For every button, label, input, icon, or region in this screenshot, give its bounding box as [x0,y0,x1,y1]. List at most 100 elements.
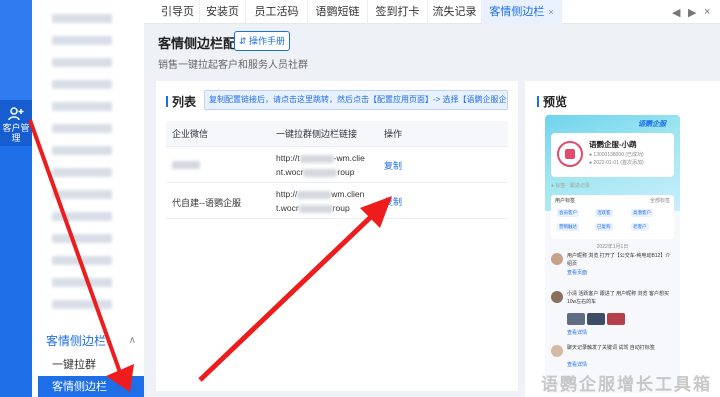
event-link: 查看详情 [567,362,588,368]
copy-link-button[interactable]: 复制 [384,195,402,208]
tab-churn-records[interactable]: 流失记录 [428,0,482,24]
page-subtitle: 销售一键拉起客户和服务人员社群 [158,60,308,71]
tag-title: 用户标签 [555,198,576,204]
profile-card: 语鹦企服-小鹉 ● 13000138000 (已成功) ● 2022-01-01… [551,133,674,177]
tab-label: 引导页 [161,6,194,18]
next-tab-icon[interactable]: ▶ [688,6,696,19]
brand-logo: 语鹦企服 [638,121,666,128]
sidebar-link: http:// wm.clien t.wocr roup [276,187,376,215]
tab-label: 安装页 [206,6,239,18]
tab-staff-qrcode[interactable]: 员工活码 [246,0,308,24]
sidebar-group-label: 客情侧边栏 [46,334,107,348]
add-user-icon [8,107,24,121]
corp-name: 代自建--语鹦企服 [172,198,241,208]
list-title: 列表 [166,93,196,110]
profile-line: ● 13000138000 (已成功) [589,152,644,158]
sidebar-group-sidebar[interactable]: 客情侧边栏 ∧ [46,330,142,352]
tab-label: 员工活码 [254,6,299,18]
tab-short-link[interactable]: 语鹦短链 [308,0,368,24]
link-part: roup [337,167,355,177]
sidebar-item-hidden[interactable] [52,256,112,265]
link-part: http://t [276,153,300,163]
timeline-date: 2022年1月1日 [596,244,629,250]
tab-checkin[interactable]: 签到打卡 [368,0,428,24]
tag-chip: 高潜客户 [631,209,653,217]
link-part: wm.clien [331,189,365,199]
rail-item-label: 客户管理 [2,123,30,143]
sidebar-item-hidden[interactable] [52,146,112,155]
event-link: 查看详情 [567,330,588,336]
phone-preview: 语鹦企服 语鹦企服-小鹉 ● 13000138000 (已成功) ● 2022-… [545,115,680,393]
sidebar-item-hidden[interactable] [52,234,112,243]
preview-panel: 预览 语鹦企服 语鹦企服-小鹉 ● 13000138000 (已成功) ● 20… [525,81,720,397]
prev-tab-icon[interactable]: ◀ [672,6,680,19]
tab-label: 客情侧边栏 [489,6,545,18]
car-thumbnail [567,313,585,325]
app-rail: 客户管理 [0,0,32,397]
sidebar-item-hidden[interactable] [52,36,112,45]
tab-bar: 引导页 安装页 员工活码 语鹦短链 签到打卡 流失记录 客情侧边栏 × ◀ ▶ × [144,0,720,24]
car-thumbnail [607,313,625,325]
sidebar-item-hidden[interactable] [52,168,112,177]
sidebar-item-hidden[interactable] [52,212,112,221]
link-part: -wm.clie [333,153,365,163]
manual-button[interactable]: ⇵ 操作手册 [234,31,290,51]
rail-item-customer-management[interactable]: 客户管理 [0,100,32,146]
link-part: http:// [276,189,298,199]
tab-label: 签到打卡 [375,6,420,18]
tag-chip: 会员客户 [557,209,579,217]
tab-label: 语鹦短链 [315,6,360,18]
rail-header [0,0,32,100]
sidebar-item-hidden[interactable] [52,190,112,199]
event-text: 用户昵称 浏览 打开了【公交车-纯电动B12】介绍页 [567,253,671,267]
copy-link-button[interactable]: 复制 [384,159,402,172]
tag-chip: 营销触达 [557,223,579,231]
list-panel: 列表 复制配置链接后，请点击这里跳转，然后点击【配置应用页面】-> 选择【语鹦企… [156,81,518,391]
sidebar: 客情侧边栏 ∧ 一键拉群 客情侧边栏 [32,0,144,397]
tab-label: 流失记录 [432,6,477,18]
tag-chip: 活跃客 [595,209,613,217]
sidebar-item-customer-sidebar[interactable]: 客情侧边栏 [38,376,144,397]
sidebar-item-hidden[interactable] [52,124,112,133]
close-icon[interactable]: × [548,7,553,17]
link-mask [303,168,338,177]
close-all-icon[interactable]: × [704,6,710,18]
event-text: 聊天记录触发了关键词 试驾 自动打标签 [567,345,655,351]
tag-all-link: 全部标签 [649,198,670,204]
profile-bar: ● 标签 · 跟进记录 [551,183,590,189]
sidebar-item-hidden[interactable] [52,14,112,23]
sidebar-link: http://t -wm.clie nt.wocr roup [276,151,376,179]
sidebar-item-hidden[interactable] [52,102,112,111]
link-part: t.wocr [276,203,299,213]
link-part: nt.wocr [276,167,304,177]
column-header: 操作 [384,129,403,139]
link-mask [297,190,332,199]
preview-title: 预览 [537,93,567,110]
avatar [557,141,583,167]
sidebar-item-hidden[interactable] [52,58,112,67]
sidebar-item-hidden[interactable] [52,80,112,89]
sidebar-item-hidden[interactable] [52,278,112,287]
chevron-up-icon: ∧ [128,335,136,346]
car-thumbnail [587,313,605,325]
avatar [551,253,563,265]
corp-name-masked [172,161,200,169]
tag-chip: 老客户 [631,223,649,231]
avatar [551,291,563,303]
tag-chip: 已复购 [595,223,613,231]
table-row: http://t -wm.clie nt.wocr roup 复制 [166,147,508,183]
profile-name: 语鹦企服-小鹉 [589,140,637,149]
tab-guide[interactable]: 引导页 [156,0,200,24]
tab-customer-sidebar[interactable]: 客情侧边栏 × [482,0,562,24]
table-header: 企业微信 一键拉群侧边栏链接 操作 [166,121,508,147]
sidebar-item-hidden[interactable] [52,300,112,309]
config-notice-link[interactable]: 复制配置链接后，请点击这里跳转，然后点击【配置应用页面】-> 选择【语鹦企服企业… [204,90,508,110]
event-text: 小清 活跃客户 跟进了 用户昵称 浏览 客户想买10w左右的车 [567,291,669,305]
watermark: 语鹦企服增长工具箱 [541,375,712,394]
link-mask [298,204,333,213]
column-header: 一键拉群侧边栏链接 [276,129,358,139]
tab-install[interactable]: 安装页 [200,0,246,24]
link-mask [299,154,334,163]
profile-line: ● 2022-01-01 (首次添加) [589,160,644,166]
sidebar-item-one-click-group[interactable]: 一键拉群 [32,354,144,376]
